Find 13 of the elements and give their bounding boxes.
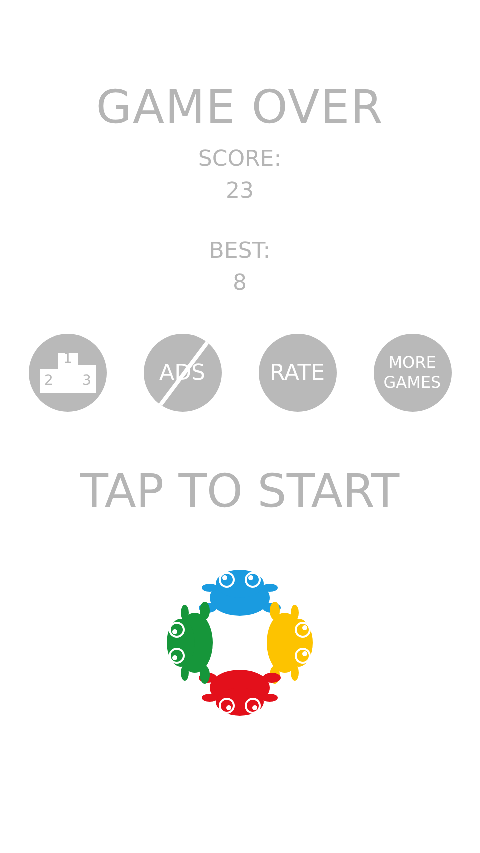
rate-button[interactable]: RATE	[258, 334, 336, 412]
more-games-button[interactable]: MORE GAMES	[374, 334, 452, 412]
score-label: SCORE:	[198, 146, 282, 174]
podium-digit: 2	[44, 373, 54, 389]
leaderboard-button[interactable]: 1 2 3	[28, 334, 106, 412]
tap-to-start-prompt[interactable]: TAP TO START	[80, 464, 400, 518]
best-label: BEST:	[209, 238, 271, 266]
podium-digit: 1	[64, 351, 72, 367]
best-value: 8	[233, 270, 247, 298]
podium-digit: 3	[82, 373, 92, 389]
podium-icon	[40, 353, 96, 393]
game-over-title: GAME OVER	[96, 80, 384, 134]
score-value: 23	[226, 178, 254, 206]
